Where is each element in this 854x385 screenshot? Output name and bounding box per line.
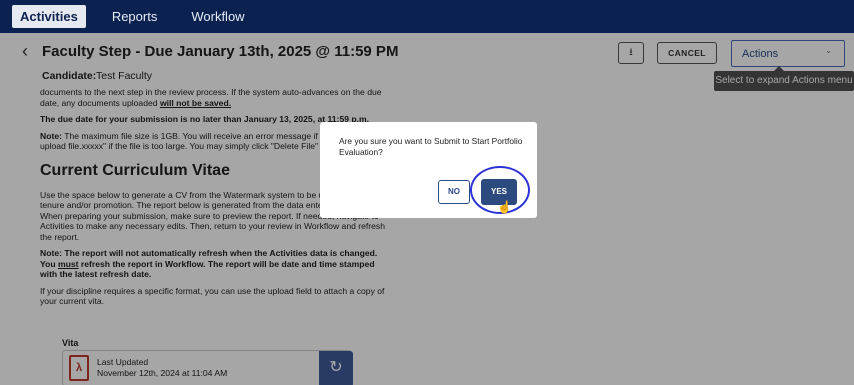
no-button[interactable]: NO bbox=[438, 180, 470, 204]
tab-workflow[interactable]: Workflow bbox=[183, 5, 252, 28]
top-nav: Activities Reports Workflow bbox=[0, 0, 854, 33]
hand-pointer-icon: ☝ bbox=[497, 200, 512, 214]
tab-reports[interactable]: Reports bbox=[104, 5, 166, 28]
dialog-message: Are you sure you want to Submit to Start… bbox=[339, 136, 523, 157]
tab-activities[interactable]: Activities bbox=[12, 5, 86, 28]
